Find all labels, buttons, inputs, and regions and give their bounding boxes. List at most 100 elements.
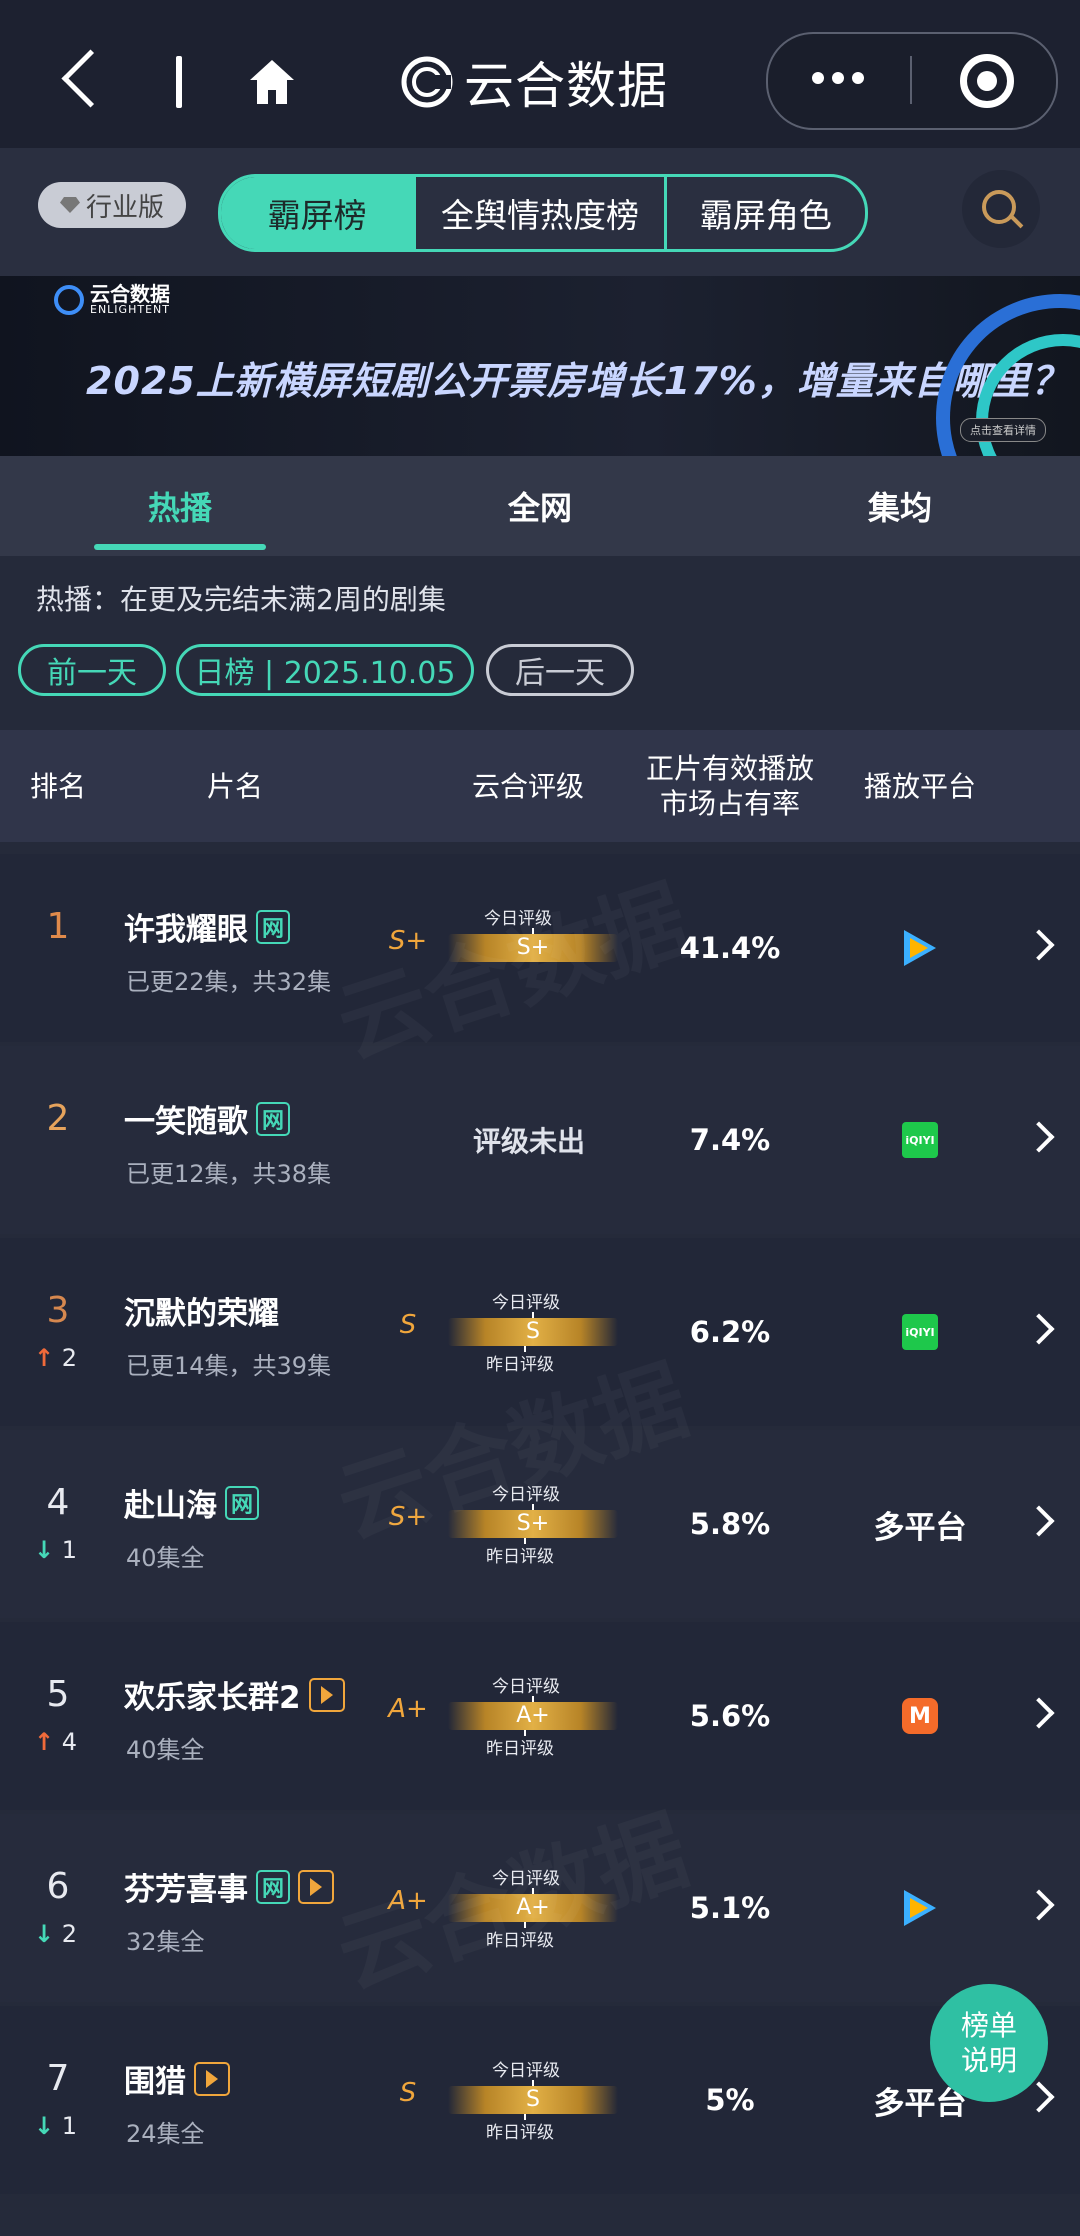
platform-text: 多平台 [873,1509,967,1546]
rank-change-value: 2 [61,1920,78,1948]
web-series-badge: 网 [225,1485,259,1520]
today-grade: A+ [516,1703,550,1728]
show-title: 赴山海网 [124,1480,259,1525]
chevron-right-icon[interactable] [1023,1697,1055,1729]
table-row[interactable]: 7 ↓ 1 围猎 24集全 S 今日评级 S 昨日评级 5% 多平台 [0,2006,1080,2194]
tab-hot-airing[interactable]: 热播 [94,456,266,556]
tab-per-episode[interactable]: 集均 [814,456,986,556]
rank-change-value: 2 [61,1344,78,1372]
rank-up-icon: ↑ [34,1344,55,1372]
brand-title: 云合数据 [400,46,668,118]
grade-bar: S [448,1318,618,1346]
col-market-share: 正片有效播放 市场占有率 [645,752,814,820]
tab-all-network[interactable]: 全网 [454,456,626,556]
banner-logo-icon [54,284,84,315]
show-title-text: 一笑随歌 [124,1104,248,1140]
industry-edition-button[interactable]: 行业版 [38,182,186,228]
chevron-right-icon[interactable] [1023,1889,1055,1921]
grade-not-released: 评级未出 [472,1125,585,1158]
iqiyi-icon: iQIYI [902,1314,938,1350]
episode-status: 40集全 [126,1736,205,1764]
platform: 多平台 [840,1430,1000,1618]
next-day-button[interactable]: 后一天 [486,644,634,696]
rank-number: 1 [46,906,70,947]
show-title-text: 沉默的荣耀 [124,1296,279,1332]
sub-tabs: 热播 全网 集均 [0,456,1080,556]
mango-tv-icon: M [902,1698,938,1734]
rank-number: 7 [46,2058,70,2099]
rank-change-value: 1 [61,2112,78,2140]
show-title-text: 赴山海 [124,1488,217,1524]
prev-day-button[interactable]: 前一天 [18,644,166,696]
show-title-text: 芬芳喜事 [124,1872,248,1908]
brand-name: 云合数据 [464,57,668,115]
chevron-right-icon[interactable] [1023,1313,1055,1345]
back-arrow-icon[interactable] [61,49,120,108]
close-miniprogram-icon[interactable] [960,54,1014,108]
chevron-right-icon[interactable] [1023,929,1055,961]
rank-change: ↓ 2 [34,1920,77,1948]
table-header: 排名 片名 云合评级 正片有效播放 市场占有率 播放平台 [0,730,1080,842]
chevron-right-icon[interactable] [1023,1121,1055,1153]
web-series-badge: 网 [256,909,290,944]
more-options-icon[interactable] [812,72,872,84]
rank-number: 5 [46,1674,70,1715]
tab-dominant-roles[interactable]: 霸屏角色 [667,177,865,249]
banner-logo-subtext: ENLIGHTENT [90,303,170,316]
nav-divider [176,56,182,108]
col-platform: 播放平台 [863,769,976,803]
banner-logo-text: 云合数据 [90,282,170,306]
show-title-text: 欢乐家长群2 [124,1680,301,1716]
rank-number: 6 [46,1866,70,1907]
episode-status: 32集全 [126,1928,205,1956]
table-row[interactable]: 2 一笑随歌网已更12集，共38集 评级未出 7.4% iQIYI [0,1046,1080,1234]
tencent-video-icon [900,928,940,968]
yesterday-grade-label: 昨日评级 [486,1547,554,1567]
grade-indicator: 今日评级 A+ 昨日评级 [448,1668,618,1768]
top-nav-bar: 云合数据 [0,0,1080,148]
tab-sentiment-heat-chart[interactable]: 全舆情热度榜 [416,177,667,249]
web-series-badge: 网 [256,1101,290,1136]
grade-letter: S [399,1310,417,1340]
rank-up-icon: ↑ [34,1728,55,1756]
grade-bar: A+ [448,1702,618,1730]
rank-change: ↓ 1 [34,1536,77,1564]
platform [840,1814,1000,2002]
market-share: 5.8% [689,1507,771,1541]
today-grade: S [526,2087,540,2112]
rank-down-icon: ↓ [34,1920,55,1948]
show-title: 欢乐家长群2 [124,1672,345,1717]
rank-down-icon: ↓ [34,2112,55,2140]
today-grade-label: 今日评级 [492,2061,560,2081]
episode-status: 24集全 [126,2120,205,2148]
rank-number: 3 [46,1290,70,1331]
chart-description: 热播：在更及完结未满2周的剧集 [36,583,446,616]
chart-explanation-button[interactable]: 榜单 说明 [930,1984,1048,2102]
yesterday-grade-label: 昨日评级 [486,1739,554,1759]
miniprogram-capsule [766,32,1058,130]
show-title: 沉默的荣耀 [124,1288,279,1333]
rank-down-icon: ↓ [34,1536,55,1564]
show-title-text: 围猎 [124,2064,186,2100]
search-button[interactable] [962,170,1040,248]
episode-status: 已更12集，共38集 [126,1160,332,1188]
banner-logo: 云合数据 ENLIGHTENT [54,284,170,315]
banner-detail-button[interactable]: 点击查看详情 [960,418,1046,442]
chevron-right-icon[interactable] [1023,1505,1055,1537]
platform [840,854,1000,1042]
home-icon[interactable] [246,56,298,108]
market-share: 5.6% [689,1699,771,1733]
show-title: 芬芳喜事网 [124,1864,334,1909]
chart-type-header: 行业版 霸屏榜 全舆情热度榜 霸屏角色 [0,148,1080,276]
promo-banner[interactable]: 云合数据 ENLIGHTENT 2025上新横屏短剧公开票房增长17%，增量来自… [0,276,1080,456]
grade-letter: S [399,2078,417,2108]
col-rank: 排名 [29,769,86,803]
table-row[interactable]: 5 ↑ 4 欢乐家长群2 40集全 A+ 今日评级 A+ 昨日评级 5.6% M [0,1622,1080,1810]
rank-change-value: 1 [61,1536,78,1564]
capsule-divider [910,56,912,104]
tab-dominance-chart[interactable]: 霸屏榜 [221,177,417,249]
rank-change-value: 4 [61,1728,78,1756]
exclusive-play-badge-icon [194,2061,230,2096]
tencent-video-icon [900,1888,940,1928]
current-date-selector[interactable]: 日榜 | 2025.10.05 [176,644,474,696]
